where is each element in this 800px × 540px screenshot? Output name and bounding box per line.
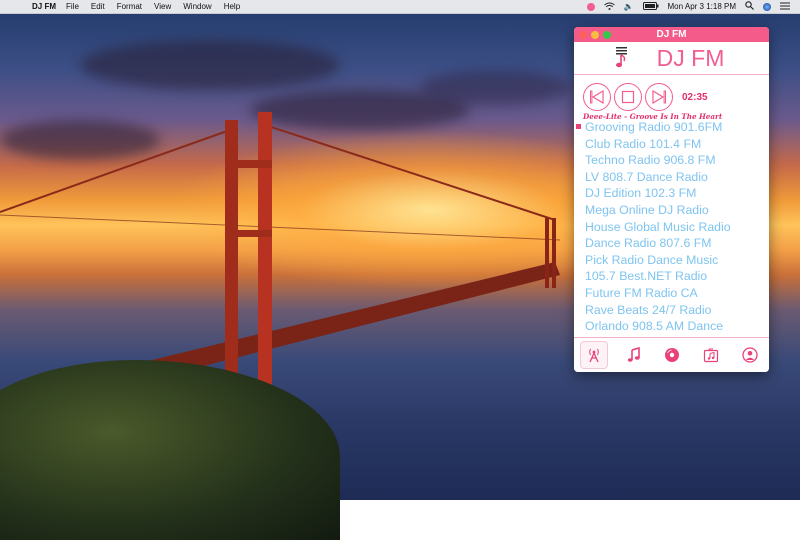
station-item[interactable]: Future FM Radio CA [574,285,769,302]
notification-center-icon[interactable] [780,2,790,12]
menu-view[interactable]: View [154,2,171,11]
zoom-window-icon[interactable] [603,30,611,39]
menu-file[interactable]: File [66,2,79,11]
bottom-tab-bar [574,337,769,372]
menubar-clock[interactable]: Mon Apr 3 1:18 PM [668,2,736,11]
elapsed-time: 02:35 [682,91,708,103]
station-item[interactable]: Orlando 908.5 AM Dance [574,318,769,335]
station-item[interactable]: Grooving Radio 901.6FM [574,119,769,136]
station-item[interactable]: Club Radio 101.4 FM [574,136,769,153]
menu-edit[interactable]: Edit [91,2,105,11]
station-item[interactable]: LV 808.7 Dance Radio [574,169,769,186]
previous-button[interactable] [583,83,611,111]
radio-tower-icon [589,348,600,363]
station-item[interactable]: Techno Radio 906.8 FM [574,152,769,169]
playback-controls: 02:35 [574,75,769,111]
dj-fm-window: DJ FM DJ FM 02:35 Deee-Lite - Groove Is … [574,27,769,372]
close-window-icon[interactable] [579,30,587,39]
station-item[interactable]: House Global Music Radio [574,219,769,236]
app-title: DJ FM [656,44,725,71]
station-item[interactable]: DJ Edition 102.3 FM [574,185,769,202]
dj-fm-logo-icon [614,45,632,75]
skip-forward-icon [652,90,667,104]
minimize-window-icon[interactable] [591,30,599,39]
next-button[interactable] [645,83,673,111]
stop-button[interactable] [614,83,642,111]
station-list[interactable]: Grooving Radio 901.6FM Club Radio 101.4 … [574,119,769,337]
tab-radio[interactable] [580,341,609,369]
menu-format[interactable]: Format [117,2,142,11]
menu-bar: DJ FM File Edit Format View Window Help … [0,0,800,14]
wifi-icon[interactable] [603,2,615,12]
menu-window[interactable]: Window [183,2,211,11]
tab-records[interactable] [659,342,685,368]
tab-music[interactable] [621,342,647,368]
station-item[interactable]: Rave Beats 24/7 Radio [574,302,769,319]
tab-playlist[interactable] [698,342,724,368]
menu-help[interactable]: Help [224,2,240,11]
stop-icon [621,90,635,104]
station-item[interactable]: Mega Online DJ Radio [574,202,769,219]
app-menu[interactable]: DJ FM [32,2,56,11]
station-item[interactable]: Dance Radio 807.6 FM [574,235,769,252]
music-folder-icon [703,348,719,363]
volume-icon[interactable]: 🔈 [624,2,634,11]
dj-fm-status-icon[interactable] [586,2,595,11]
tab-account[interactable] [737,342,763,368]
spotlight-search-icon[interactable] [745,1,754,12]
app-header: DJ FM [574,42,769,75]
window-titlebar[interactable]: DJ FM [574,27,769,42]
skip-back-icon [590,90,604,104]
vinyl-disc-icon [665,348,680,362]
siri-icon[interactable] [763,2,771,11]
user-icon [742,347,758,363]
battery-icon[interactable] [642,1,659,12]
music-note-icon [627,347,640,362]
station-item[interactable]: Pick Radio Dance Music [574,252,769,269]
station-item[interactable]: 105.7 Best.NET Radio [574,268,769,285]
